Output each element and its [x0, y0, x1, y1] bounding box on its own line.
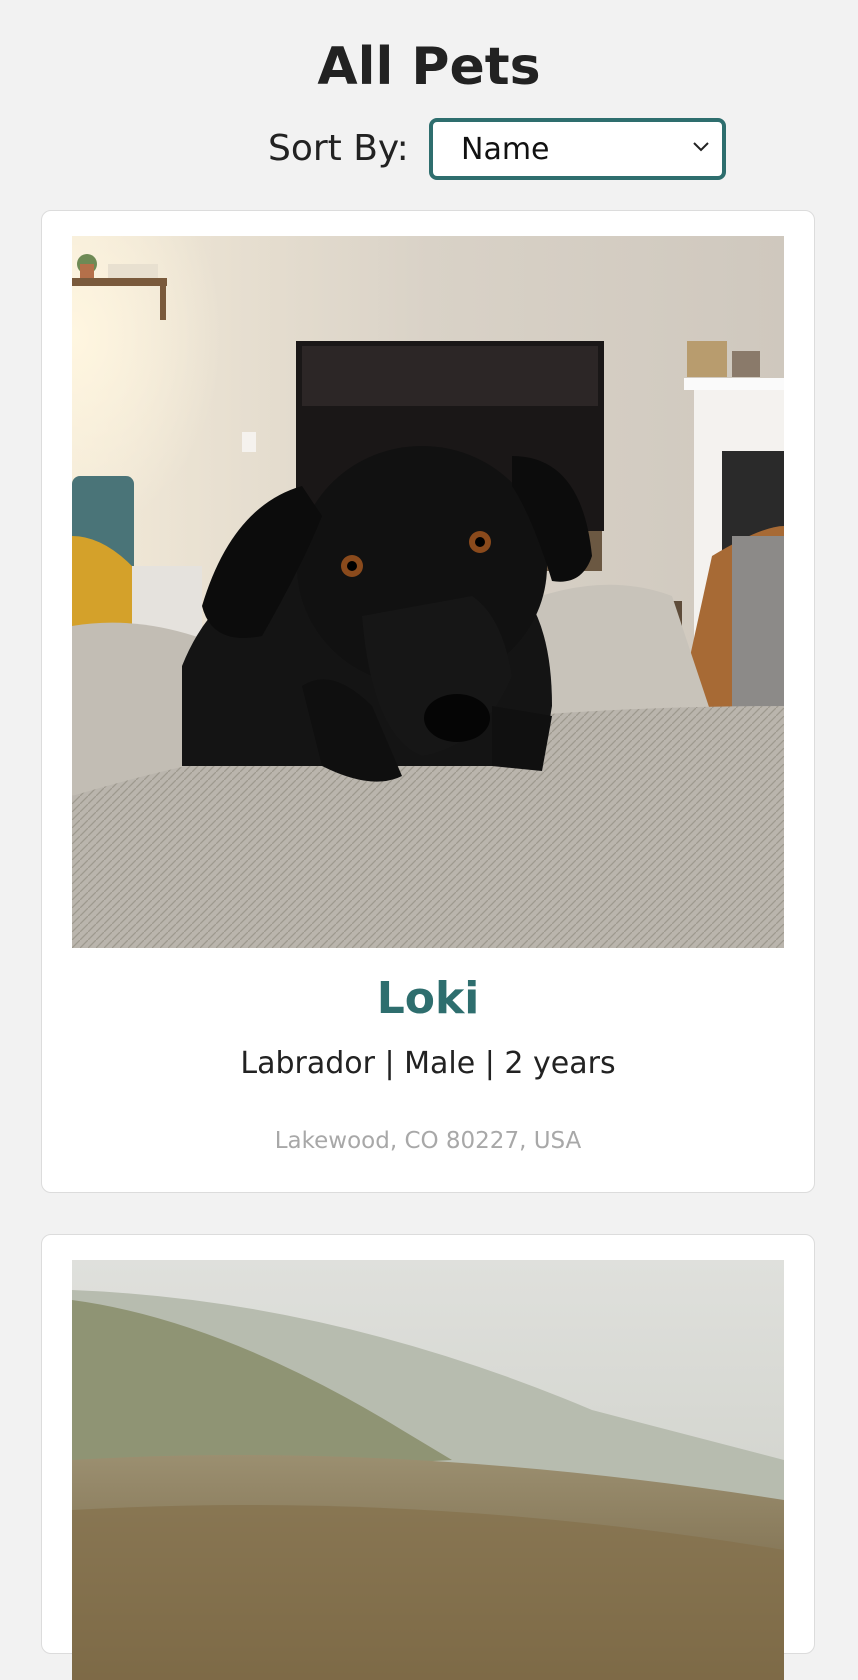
- pet-card[interactable]: Loki Labrador | Male | 2 years Lakewood,…: [41, 210, 815, 1193]
- sort-label: Sort By:: [268, 128, 409, 169]
- pet-photo[interactable]: [72, 1260, 784, 1680]
- pet-name[interactable]: Loki: [42, 971, 814, 1027]
- pet-location: Lakewood, CO 80227, USA: [274, 1128, 582, 1154]
- chevron-down-icon: [693, 142, 709, 152]
- pet-photo-image: [72, 1260, 784, 1680]
- pet-photo[interactable]: [72, 236, 784, 948]
- pet-photo-image: [72, 236, 784, 948]
- page-title: All Pets: [317, 37, 541, 97]
- pet-card[interactable]: [41, 1234, 815, 1680]
- sort-select[interactable]: Name: [429, 118, 726, 180]
- sort-select-value: Name: [461, 132, 550, 167]
- pet-details: Labrador | Male | 2 years: [240, 1046, 616, 1081]
- sort-controls: Sort By: Name: [0, 118, 858, 180]
